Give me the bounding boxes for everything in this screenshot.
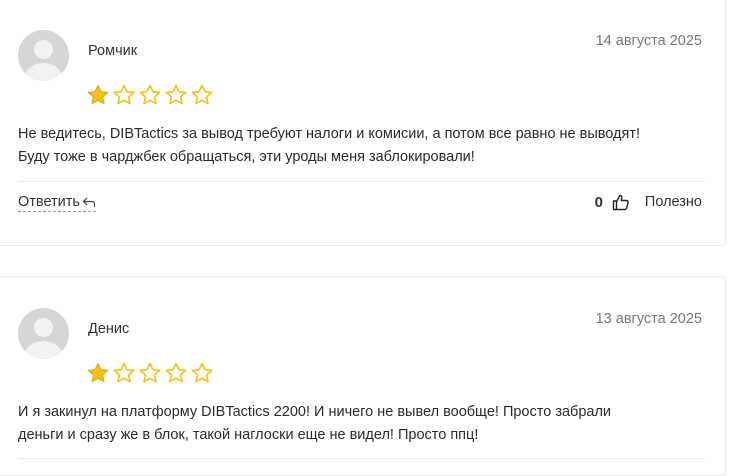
star-icon xyxy=(165,84,187,105)
star-icon xyxy=(87,362,109,383)
star-icon xyxy=(113,362,135,383)
reply-button[interactable]: Ответить xyxy=(18,194,96,212)
review-text-line: Буду тоже в чарджбек обращаться, эти уро… xyxy=(18,149,475,165)
review-card: Денис 13 августа 2025 И я закинул на пла… xyxy=(0,276,726,476)
reply-label: Ответить xyxy=(18,194,80,210)
review-text-line: деньги и сразу же в блок, такой наглоски… xyxy=(18,427,479,443)
star-icon xyxy=(191,362,213,383)
star-icon xyxy=(87,84,109,105)
review-date: 14 августа 2025 xyxy=(595,33,702,49)
star-rating xyxy=(86,83,214,107)
helpful-section: 0 Полезно xyxy=(595,193,702,211)
helpful-label: Полезно xyxy=(644,194,702,210)
review-card: Ромчик 14 августа 2025 Не ведитесь, DIBT… xyxy=(0,0,726,246)
star-rating xyxy=(86,361,214,385)
review-text: И я закинул на платформу DIBTactics 2200… xyxy=(18,401,695,447)
star-icon xyxy=(139,362,161,383)
star-icon xyxy=(165,362,187,383)
reply-arrow-icon xyxy=(82,197,96,207)
review-text-line: И я закинул на платформу DIBTactics 2200… xyxy=(18,404,612,420)
review-date: 13 августа 2025 xyxy=(595,311,702,327)
review-text: Не ведитесь, DIBTactics за вывод требуют… xyxy=(18,123,695,169)
review-author: Ромчик xyxy=(88,43,138,59)
avatar-icon xyxy=(18,308,69,359)
star-icon xyxy=(139,84,161,105)
star-icon xyxy=(191,84,213,105)
thumbs-up-icon[interactable] xyxy=(612,193,630,211)
star-icon xyxy=(113,84,135,105)
helpful-count: 0 xyxy=(594,193,603,211)
avatar-icon xyxy=(18,30,69,81)
divider xyxy=(18,181,705,182)
review-text-line: Не ведитесь, DIBTactics за вывод требуют… xyxy=(18,126,641,142)
review-author: Денис xyxy=(88,321,130,337)
